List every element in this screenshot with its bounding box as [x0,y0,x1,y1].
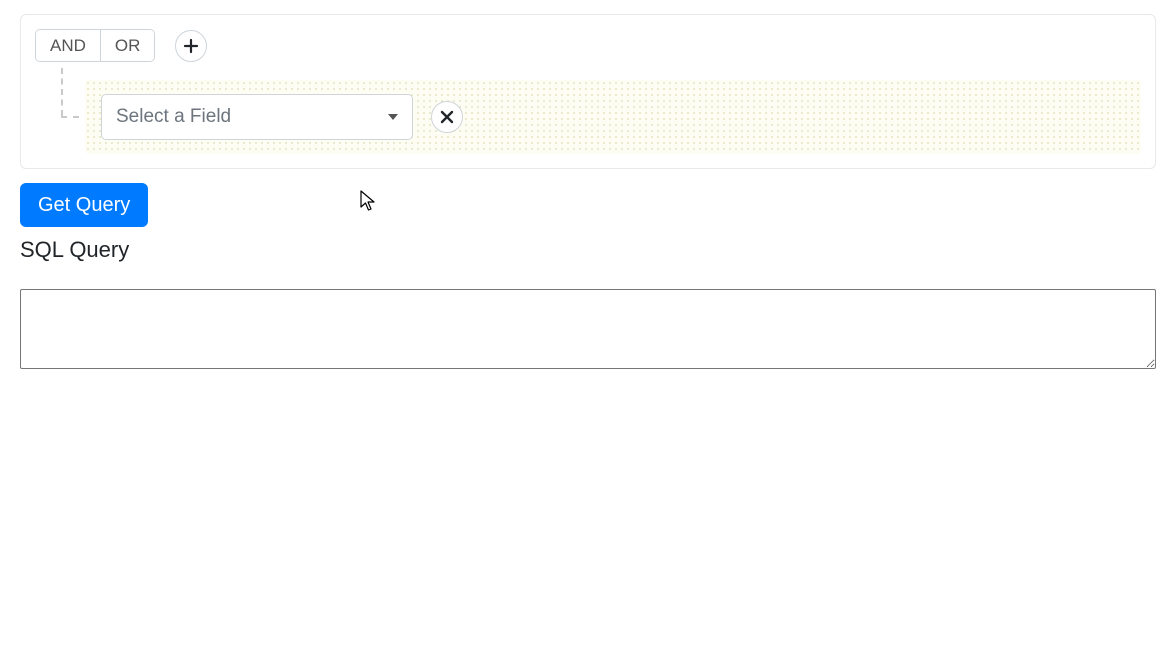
remove-rule-button[interactable] [431,101,463,133]
group-header: AND OR [35,29,1141,62]
plus-icon [183,38,199,54]
logic-toggle-group: AND OR [35,29,155,62]
field-select[interactable]: Select a Field [101,94,413,140]
add-rule-button[interactable] [175,30,207,62]
get-query-button[interactable]: Get Query [20,183,148,227]
sql-query-title: SQL Query [20,237,1156,263]
chevron-down-icon [388,114,398,120]
query-builder-panel: AND OR Select a Field [20,14,1156,169]
close-icon [440,110,454,124]
rules-tree: Select a Field [35,80,1141,154]
logic-or-button[interactable]: OR [100,30,155,61]
rule-row: Select a Field [85,80,1141,154]
cursor-icon [360,190,378,212]
sql-output-textarea[interactable] [20,289,1156,369]
logic-and-button[interactable]: AND [36,30,100,61]
field-select-placeholder: Select a Field [116,106,231,128]
